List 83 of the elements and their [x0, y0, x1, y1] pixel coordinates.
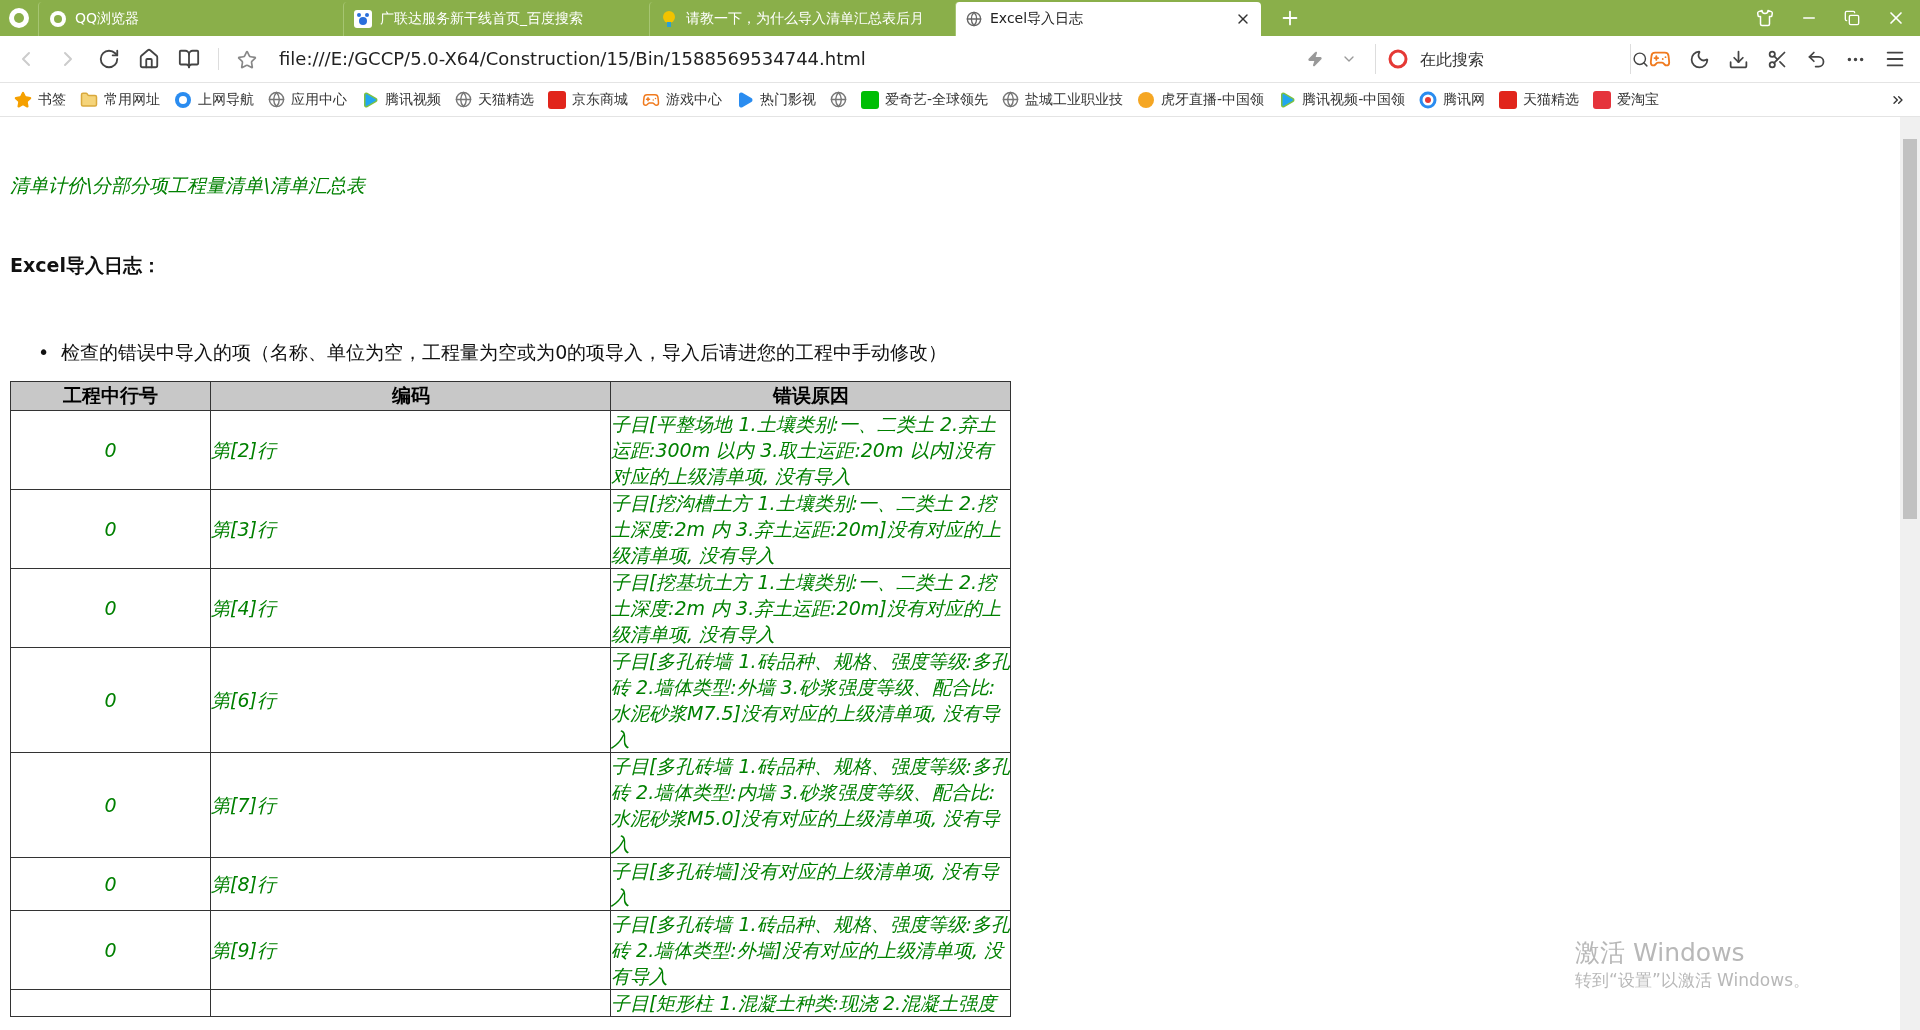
play-icon	[1278, 90, 1297, 109]
download-icon[interactable]	[1728, 48, 1749, 70]
table-cell: 子目[多孔砖墙 1.砖品种、规格、强度等级:多孔砖 2.墙体类型:外墙 3.砂浆强度等级、配合比:水泥砂浆M7.5]没有对应的上级清单项, 没有导入	[610, 647, 1011, 753]
bulb-icon	[660, 10, 678, 28]
table-cell: 第[7]行	[210, 752, 611, 858]
table-cell: 子目[多孔砖墙 1.砖品种、规格、强度等级:多孔砖 2.墙体类型:外墙]没有对应的上级清单项, 没有导入	[610, 910, 1011, 990]
iqiyi-logo-icon	[861, 90, 879, 109]
table-cell: 0	[10, 752, 211, 858]
bookmark-item[interactable]: 游戏中心	[642, 90, 722, 109]
table-cell: 第[6]行	[210, 647, 611, 753]
scrollbar[interactable]	[1900, 117, 1920, 1030]
bullet-text: 检查的错误中导入的项（名称、单位为空，工程量为空或为0的项导入，导入后请进您的工程中手动修改）	[61, 340, 948, 365]
table-cell: 0	[10, 857, 211, 911]
bookmark-item[interactable]: 虎牙直播-中国领	[1137, 90, 1265, 109]
table-cell: 子目[平整场地 1.土壤类别:一、二类土 2.弃土运距:300m 以内 3.取土运距:20m 以内]没有对应的上级清单项, 没有导入	[610, 410, 1011, 490]
table-cell: 第[8]行	[210, 857, 611, 911]
globe-icon	[830, 91, 847, 108]
star-icon[interactable]	[237, 50, 257, 70]
activation-subtitle: 转到“设置”以激活 Windows。	[1575, 969, 1810, 992]
table-cell: 0	[10, 410, 211, 490]
qq-logo-icon	[49, 10, 67, 28]
table-cell: 0	[10, 489, 211, 569]
table-cell: 子目[多孔砖墙]没有对应的上级清单项, 没有导入	[610, 857, 1011, 911]
taobao-logo-icon	[1593, 90, 1612, 109]
column-header: 编码	[210, 381, 611, 411]
bookmark-item[interactable]: 腾讯视频	[361, 90, 441, 109]
huya-logo-icon	[1137, 90, 1156, 109]
qq-logo-icon	[174, 90, 192, 109]
bookmark-item[interactable]: 常用网址	[80, 90, 160, 109]
star-icon	[14, 90, 32, 109]
restore-icon[interactable]	[1844, 10, 1860, 26]
globe-icon	[268, 91, 285, 108]
play-icon	[736, 90, 754, 109]
bookmark-item[interactable]: 爱淘宝	[1593, 90, 1660, 109]
tmall-logo-icon	[1499, 90, 1518, 109]
column-header: 错误原因	[610, 381, 1011, 411]
bookmark-item[interactable]	[830, 91, 847, 108]
table-cell: 第[4]行	[210, 568, 611, 648]
bookmark-item[interactable]: 腾讯网	[1419, 90, 1486, 109]
moon-icon[interactable]	[1689, 48, 1710, 70]
bookmark-item[interactable]: 盐城工业职业技	[1002, 90, 1124, 109]
play-icon	[361, 90, 379, 109]
column-header: 工程中行号	[10, 381, 211, 411]
bookmark-item[interactable]: 腾讯视频-中国领	[1278, 90, 1406, 109]
lightning-icon[interactable]	[1307, 51, 1323, 67]
folder-icon	[80, 90, 98, 109]
qq-news-logo-icon	[1419, 90, 1438, 109]
bookmark-item[interactable]: 京东商城	[548, 90, 628, 109]
bookmark-item[interactable]: 天猫精选	[1499, 90, 1580, 109]
activation-title: 激活 Windows	[1575, 937, 1746, 969]
bullet-marker: •	[38, 340, 50, 365]
table-cell: 第[2]行	[210, 410, 611, 490]
bookmark-item[interactable]: 天猫精选	[455, 90, 534, 109]
bookmark-item[interactable]: 爱奇艺-全球领先	[861, 90, 989, 109]
globe-icon	[966, 11, 982, 27]
bookmark-item[interactable]: 应用中心	[268, 90, 347, 109]
home-icon[interactable]	[138, 48, 160, 70]
table-cell: 0	[10, 910, 211, 990]
bookmark-item[interactable]: 上网导航	[174, 90, 254, 109]
table-cell: 第[9]行	[210, 910, 611, 990]
breadcrumb-text: 清单计价\分部分项工程量清单\清单汇总表	[10, 173, 367, 198]
sogou-logo-icon	[1388, 49, 1408, 69]
globe-icon	[1002, 91, 1020, 108]
scissors-icon[interactable]	[1767, 48, 1788, 70]
log-heading: Excel导入日志：	[10, 253, 162, 278]
paw-icon	[354, 10, 372, 28]
table-cell: 子目[多孔砖墙 1.砖品种、规格、强度等级:多孔砖 2.墙体类型:内墙 3.砂浆强度等级、配合比:水泥砂浆M5.0]没有对应的上级清单项, 没有导入	[610, 752, 1011, 858]
globe-icon	[455, 91, 472, 108]
address-bar[interactable]: file:///E:/GCCP/5.0-X64/Construction/15/Bin/1588569534744.html	[218, 48, 1289, 70]
book-icon[interactable]	[178, 48, 200, 70]
table-cell: 子目[挖基坑土方 1.土壤类别:一、二类土 2.挖土深度:2m 内 3.弃土运距:20m]没有对应的上级清单项, 没有导入	[610, 568, 1011, 648]
jd-logo-icon	[548, 90, 566, 109]
table-cell: 0	[10, 647, 211, 753]
browser-tab[interactable]: Excel导入日志	[955, 2, 1261, 36]
reload-icon[interactable]	[98, 48, 120, 70]
table-cell: 第[3]行	[210, 489, 611, 569]
table-cell: 子目[挖沟槽土方 1.土壤类别:一、二类土 2.挖土深度:2m 内 3.弃土运距:20m]没有对应的上级清单项, 没有导入	[610, 489, 1011, 569]
search-icon[interactable]	[1632, 50, 1649, 68]
table-cell: 子目[矩形柱 1.混凝土种类:现浇 2.混凝土强度	[610, 989, 1011, 1017]
bookmark-item[interactable]: 书签	[14, 90, 66, 109]
table-cell: 0	[10, 568, 211, 648]
bookmark-item[interactable]: 热门影视	[736, 90, 816, 109]
shirt-icon[interactable]	[1756, 9, 1774, 27]
